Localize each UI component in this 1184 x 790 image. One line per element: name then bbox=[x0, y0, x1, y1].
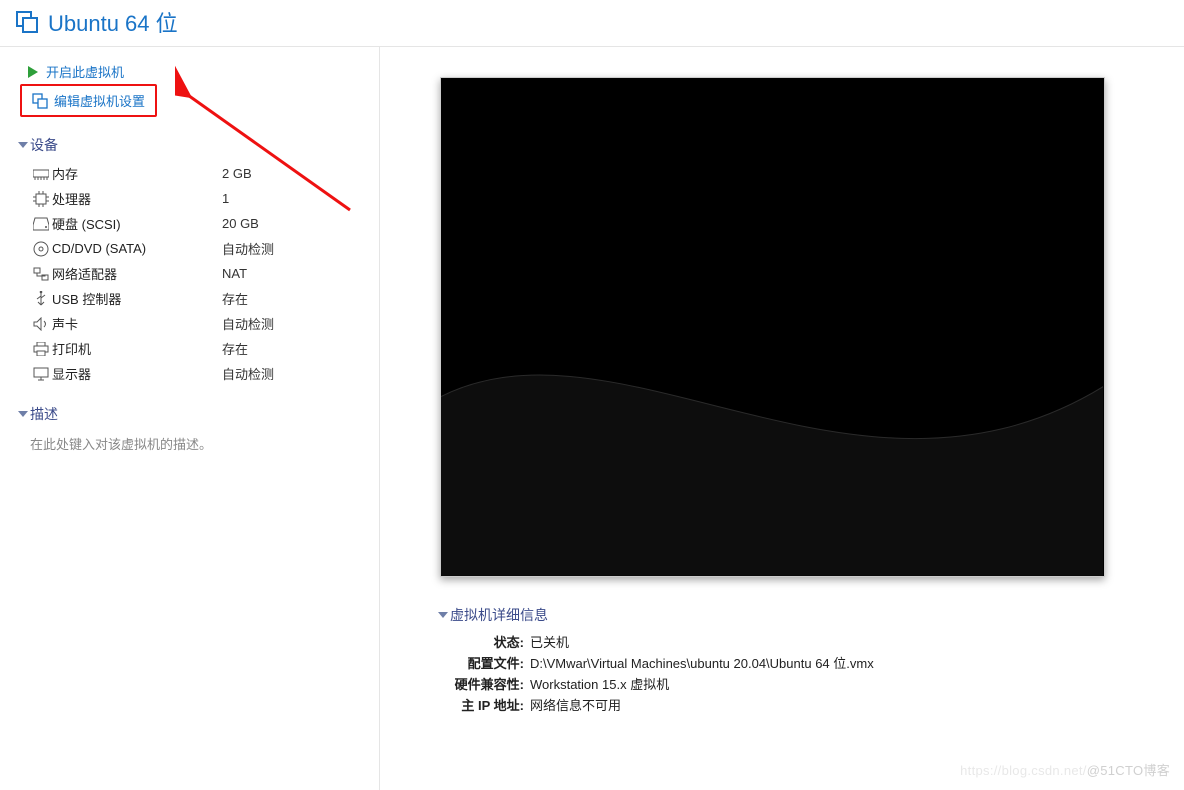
vm-actions: 开启此虚拟机 编辑虚拟机设置 bbox=[20, 59, 157, 117]
play-icon bbox=[26, 65, 40, 79]
device-display[interactable]: 显示器 自动检测 bbox=[20, 361, 369, 386]
devices-section-title: 设备 bbox=[30, 135, 58, 155]
memory-icon bbox=[30, 168, 52, 180]
usb-icon bbox=[30, 291, 52, 307]
description-section-title: 描述 bbox=[30, 404, 58, 424]
device-network[interactable]: 网络适配器 NAT bbox=[20, 261, 369, 286]
edit-settings-highlight: 编辑虚拟机设置 bbox=[20, 84, 157, 117]
chevron-down-icon bbox=[18, 142, 28, 148]
disk-icon bbox=[30, 217, 52, 231]
vm-tab-header[interactable]: Ubuntu 64 位 bbox=[0, 0, 1184, 47]
device-cpu[interactable]: 处理器 1 bbox=[20, 186, 369, 211]
detail-config-file: 配置文件: D:\VMwar\Virtual Machines\ubuntu 2… bbox=[440, 652, 874, 673]
sound-icon bbox=[30, 317, 52, 331]
watermark: https://blog.csdn.net/@51CTO博客 bbox=[960, 760, 1170, 779]
device-memory[interactable]: 内存 2 GB bbox=[20, 161, 369, 186]
description-section-toggle[interactable]: 描述 bbox=[20, 404, 369, 424]
device-usb[interactable]: USB 控制器 存在 bbox=[20, 286, 369, 311]
detail-state: 状态: 已关机 bbox=[440, 631, 874, 652]
devices-section-toggle[interactable]: 设备 bbox=[20, 135, 369, 155]
edit-settings-icon bbox=[32, 93, 48, 109]
description-field[interactable]: 在此处键入对该虚拟机的描述。 bbox=[20, 430, 369, 453]
cpu-icon bbox=[30, 191, 52, 207]
device-printer[interactable]: 打印机 存在 bbox=[20, 336, 369, 361]
vm-preview-pane: 虚拟机详细信息 状态: 已关机 配置文件: D:\VMwar\Virtual M… bbox=[380, 47, 1184, 790]
edit-settings-label: 编辑虚拟机设置 bbox=[54, 91, 145, 110]
vm-details: 虚拟机详细信息 状态: 已关机 配置文件: D:\VMwar\Virtual M… bbox=[440, 605, 874, 715]
detail-primary-ip: 主 IP 地址: 网络信息不可用 bbox=[440, 694, 874, 715]
chevron-down-icon bbox=[438, 612, 448, 618]
power-on-vm-link[interactable]: 开启此虚拟机 bbox=[20, 59, 157, 84]
printer-icon bbox=[30, 342, 52, 356]
vm-tab-title: Ubuntu 64 位 bbox=[48, 6, 178, 38]
edit-vm-settings-link[interactable]: 编辑虚拟机设置 bbox=[26, 88, 151, 113]
device-disk[interactable]: 硬盘 (SCSI) 20 GB bbox=[20, 211, 369, 236]
device-optical[interactable]: CD/DVD (SATA) 自动检测 bbox=[20, 236, 369, 261]
network-icon bbox=[30, 267, 52, 281]
chevron-down-icon bbox=[18, 411, 28, 417]
devices-list: 内存 2 GB 处理器 1 硬盘 (SCSI) 20 GB CD/DVD (SA… bbox=[20, 161, 369, 386]
preview-background-swoosh bbox=[441, 277, 1103, 576]
display-icon bbox=[30, 367, 52, 381]
vm-screen-preview[interactable] bbox=[440, 77, 1105, 577]
vm-tab-icon bbox=[14, 9, 40, 35]
details-section-title: 虚拟机详细信息 bbox=[450, 605, 548, 625]
vm-summary-pane: 开启此虚拟机 编辑虚拟机设置 bbox=[0, 47, 380, 790]
device-sound[interactable]: 声卡 自动检测 bbox=[20, 311, 369, 336]
optical-icon bbox=[30, 241, 52, 257]
power-on-label: 开启此虚拟机 bbox=[46, 62, 124, 81]
detail-hw-compat: 硬件兼容性: Workstation 15.x 虚拟机 bbox=[440, 673, 874, 694]
details-section-toggle[interactable]: 虚拟机详细信息 bbox=[440, 605, 874, 625]
